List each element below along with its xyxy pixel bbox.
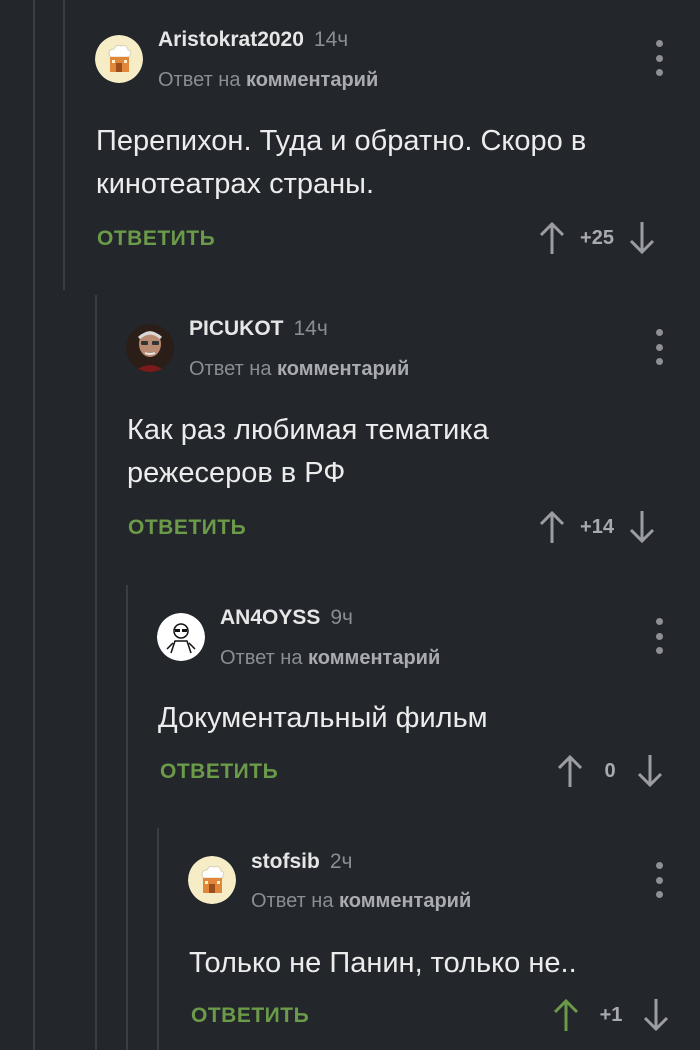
comment-time: 2ч: [329, 850, 353, 873]
reply-prefix: Ответ на: [220, 647, 303, 669]
comment-author[interactable]: PICUKOT 14ч: [189, 317, 328, 341]
reply-button[interactable]: ОТВЕТИТЬ: [97, 227, 215, 251]
downvote-arrow-icon[interactable]: [627, 509, 657, 545]
thread-line: [126, 585, 128, 1050]
vote-controls: +1: [551, 995, 671, 1035]
author-name[interactable]: Aristokrat2020: [158, 28, 304, 51]
reply-button[interactable]: ОТВЕТИТЬ: [128, 516, 246, 540]
comment-text: Как раз любимая тематика режесеров в РФ: [127, 414, 489, 489]
downvote-arrow-icon[interactable]: [635, 753, 665, 789]
avatar[interactable]: [95, 35, 143, 83]
chef-hat-house-avatar-icon: [95, 35, 143, 83]
downvote-arrow-icon[interactable]: [641, 997, 671, 1033]
elderly-man-photo-avatar-icon: [126, 324, 174, 372]
upvote-arrow-icon[interactable]: [551, 997, 581, 1033]
thread-line: [157, 828, 159, 1050]
vote-score: +14: [580, 515, 614, 538]
author-name[interactable]: AN4OYSS: [220, 606, 320, 629]
thread-line: [95, 295, 97, 1050]
comment-time: 9ч: [330, 606, 353, 629]
reply-button[interactable]: ОТВЕТИТЬ: [191, 1004, 309, 1028]
vote-controls: 0: [555, 751, 665, 791]
chef-hat-house-avatar-icon: [188, 856, 236, 904]
reply-prefix: Ответ на: [189, 358, 272, 380]
reply-prefix: Ответ на: [251, 890, 334, 912]
reply-reference: Ответ на комментарий: [189, 358, 409, 381]
vote-score: +25: [580, 226, 614, 249]
comment-author[interactable]: stofsib 2ч: [251, 850, 352, 874]
upvote-arrow-icon[interactable]: [537, 509, 567, 545]
vote-controls: +14: [537, 507, 657, 547]
vote-score: 0: [604, 759, 616, 782]
comment-author[interactable]: Aristokrat2020 14ч: [158, 28, 348, 52]
comment-author[interactable]: AN4OYSS 9ч: [220, 606, 353, 630]
reply-reference: Ответ на комментарий: [158, 69, 378, 92]
author-name[interactable]: PICUKOT: [189, 317, 284, 340]
author-name[interactable]: stofsib: [251, 850, 320, 873]
reply-target-link[interactable]: комментарий: [339, 890, 471, 912]
reply-button[interactable]: ОТВЕТИТЬ: [160, 760, 278, 784]
avatar[interactable]: [157, 613, 205, 661]
comment-text: Только не Панин, только не..: [189, 947, 577, 979]
comment-text: Перепихон. Туда и обратно. Скоро в кинот…: [96, 125, 587, 200]
avatar[interactable]: [188, 856, 236, 904]
reply-target-link[interactable]: комментарий: [246, 69, 378, 91]
more-options-icon[interactable]: [647, 329, 671, 365]
vote-controls: +25: [537, 218, 657, 258]
upvote-arrow-icon[interactable]: [537, 220, 567, 256]
comment-text: Документальный фильм: [158, 702, 488, 734]
avatar[interactable]: [126, 324, 174, 372]
thread-line: [33, 0, 35, 1050]
more-options-icon[interactable]: [647, 40, 671, 76]
reply-target-link[interactable]: комментарий: [277, 358, 409, 380]
reply-target-link[interactable]: комментарий: [308, 647, 440, 669]
comment-thread: Aristokrat2020 14ч Ответ на комментарий П…: [0, 0, 700, 1050]
more-options-icon[interactable]: [647, 862, 671, 898]
reply-reference: Ответ на комментарий: [220, 647, 440, 670]
more-options-icon[interactable]: [647, 618, 671, 654]
thread-line: [63, 0, 65, 290]
reply-reference: Ответ на комментарий: [251, 890, 471, 913]
upvote-arrow-icon[interactable]: [555, 753, 585, 789]
vote-score: +1: [599, 1003, 623, 1026]
comment-time: 14ч: [293, 317, 328, 340]
sketch-figure-avatar-icon: [157, 613, 205, 661]
downvote-arrow-icon[interactable]: [627, 220, 657, 256]
comment-time: 14ч: [313, 28, 349, 51]
reply-prefix: Ответ на: [158, 69, 241, 91]
